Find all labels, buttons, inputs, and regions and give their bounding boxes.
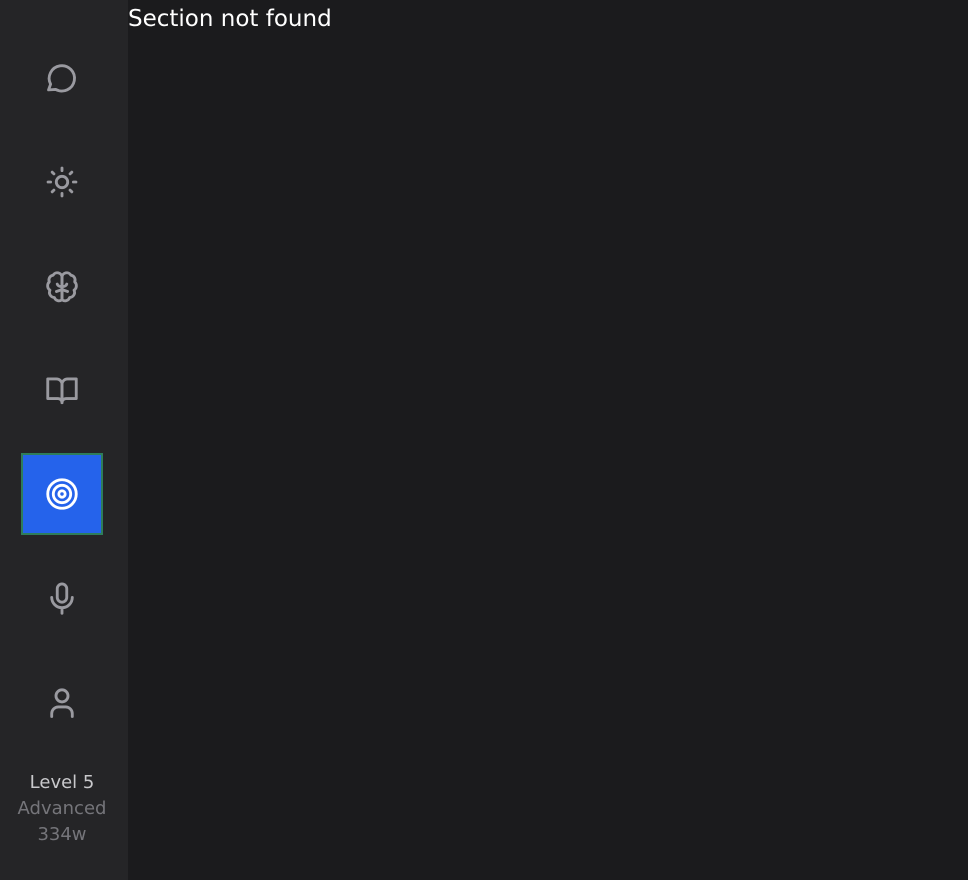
sidebar-item-brain[interactable] xyxy=(21,247,103,329)
sidebar: Level 5 Advanced 334w xyxy=(0,0,128,880)
sidebar-item-speaking[interactable] xyxy=(21,558,103,640)
sidebar-item-daily[interactable] xyxy=(21,141,103,223)
not-found-message: Section not found xyxy=(128,6,332,32)
brain-icon xyxy=(46,271,78,303)
sidebar-item-goals[interactable] xyxy=(21,453,103,535)
level-tier: Advanced xyxy=(17,798,107,819)
level-info: Level 5 Advanced 334w xyxy=(0,770,124,848)
level-title: Level 5 xyxy=(29,772,95,793)
sidebar-item-reading[interactable] xyxy=(21,349,103,431)
chat-bubble-icon xyxy=(47,64,76,93)
sun-icon xyxy=(46,166,78,198)
target-icon xyxy=(46,478,78,510)
microphone-icon xyxy=(50,582,74,615)
app-window: Level 5 Advanced 334w Section not found xyxy=(0,0,968,880)
open-book-icon xyxy=(46,377,78,405)
sidebar-item-profile[interactable] xyxy=(21,662,103,744)
user-icon xyxy=(50,688,74,718)
main-content: Section not found xyxy=(128,0,968,880)
sidebar-item-chat[interactable] xyxy=(21,37,103,119)
word-count: 334w xyxy=(37,824,87,845)
